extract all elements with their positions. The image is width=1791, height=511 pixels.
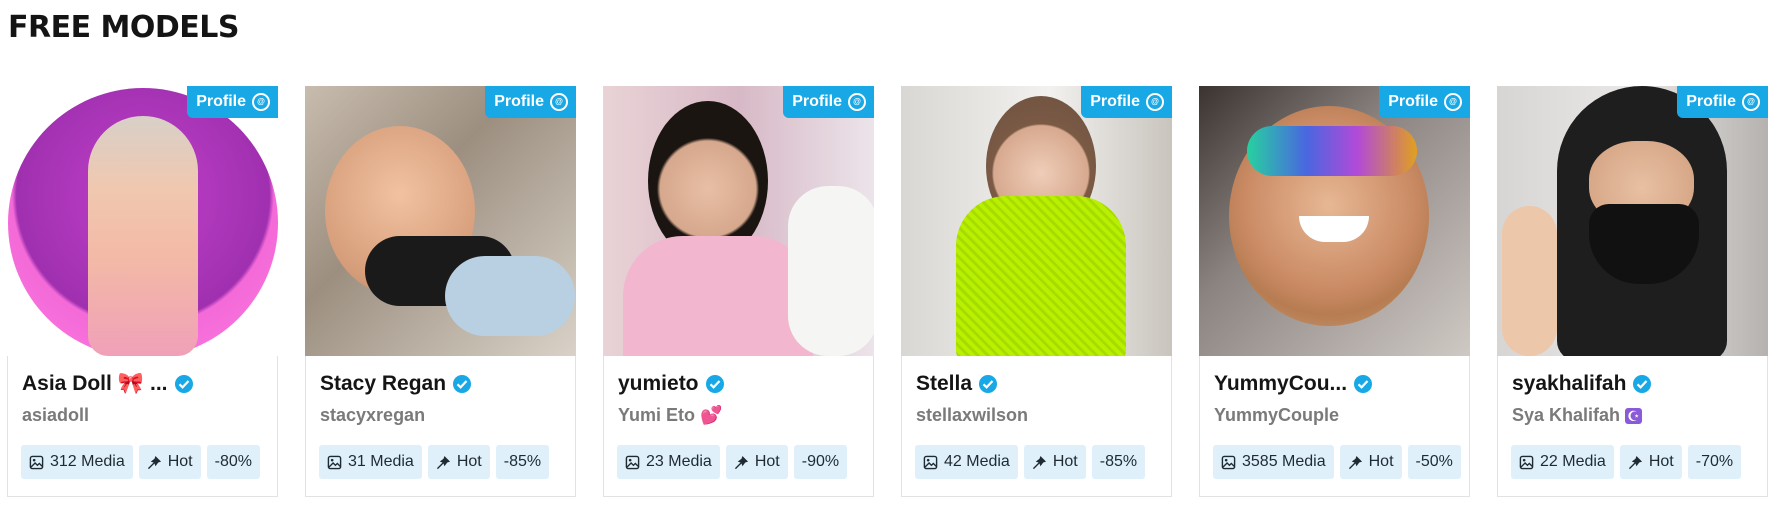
profile-badge[interactable]: Profile @ [187,86,278,118]
model-name-row[interactable]: Stacy Regan [320,372,472,396]
model-photo[interactable]: Profile @ [305,86,576,356]
model-name: syakhalifah [1512,372,1627,395]
profile-label: Profile [1388,93,1438,110]
model-photo[interactable]: Profile @ [7,86,278,356]
model-handle: asiadoll [22,405,90,425]
hot-tag[interactable]: Hot [1339,445,1402,479]
hot-tag[interactable]: Hot [138,445,201,479]
profile-label: Profile [1090,93,1140,110]
discount-tag[interactable]: -50% [1407,445,1461,479]
profile-badge[interactable]: Profile @ [783,86,874,118]
media-count-tag[interactable]: 42 Media [915,445,1018,479]
tag-row: 312 Media Hot -80% [21,445,260,479]
profile-label: Profile [792,93,842,110]
model-card[interactable]: Profile @ syakhalifah Sya Khalifah ☪ 22 … [1497,86,1768,497]
discount-tag[interactable]: -90% [793,445,848,479]
image-icon [625,455,640,469]
image-icon [1519,455,1534,469]
model-card[interactable]: Profile @ yumieto Yumi Eto 💕 23 Media Ho… [603,86,874,497]
model-card[interactable]: Profile @ Stacy Regan stacyxregan 31 Med… [305,86,576,497]
page-title: FREE MODELS [8,10,240,45]
model-name: Asia Doll [22,372,112,395]
model-photo[interactable]: Profile @ [1199,86,1470,356]
profile-icon: @ [550,93,568,111]
model-handle: stacyxregan [320,405,426,425]
media-count-tag[interactable]: 22 Media [1511,445,1614,479]
model-name-row[interactable]: YummyCou... [1214,372,1373,396]
tag-row: 3585 Media Hot -50% [1213,445,1461,479]
model-handle: YummyCouple [1214,405,1340,425]
image-icon [29,455,44,469]
model-name: Stella [916,372,973,395]
discount-tag[interactable]: -80% [206,445,260,479]
tag-row: 31 Media Hot -85% [319,445,550,479]
profile-label: Profile [494,93,544,110]
profile-label: Profile [1686,93,1736,110]
name-ellipsis: ... [150,372,168,395]
tag-row: 42 Media Hot -85% [915,445,1146,479]
profile-label: Profile [196,93,246,110]
image-icon [923,455,938,469]
model-name-row[interactable]: yumieto [618,372,725,396]
model-name: YummyCou... [1214,372,1348,395]
pin-icon [1628,455,1642,469]
tag-row: 22 Media Hot -70% [1511,445,1742,479]
verified-icon [979,375,998,393]
profile-icon: @ [1742,93,1760,111]
tag-row: 23 Media Hot -90% [617,445,848,479]
pin-icon [1032,455,1046,469]
profile-icon: @ [252,93,270,111]
model-card[interactable]: Profile @ Stella stellaxwilson 42 Media … [901,86,1172,497]
model-photo[interactable]: Profile @ [901,86,1172,356]
hot-tag[interactable]: Hot [1023,445,1086,479]
profile-icon: @ [1146,93,1164,111]
model-photo[interactable]: Profile @ [603,86,874,356]
model-name-row[interactable]: Stella [916,372,998,396]
verified-icon [1633,375,1652,393]
profile-badge[interactable]: Profile @ [1379,86,1470,118]
verified-icon [174,375,193,393]
pin-icon [1348,455,1362,469]
model-handle: stellaxwilson [916,405,1029,425]
profile-badge[interactable]: Profile @ [485,86,576,118]
pin-icon [147,455,161,469]
discount-tag[interactable]: -70% [1687,445,1742,479]
model-photo[interactable]: Profile @ [1497,86,1768,356]
model-name-row[interactable]: syakhalifah [1512,372,1652,396]
profile-badge[interactable]: Profile @ [1081,86,1172,118]
model-name-row[interactable]: Asia Doll 🎀 ... [22,372,194,396]
profile-icon: @ [1444,93,1462,111]
hot-tag[interactable]: Hot [1619,445,1682,479]
model-card[interactable]: Profile @ Asia Doll 🎀 ... asiadoll 312 M… [7,86,278,497]
image-icon [327,455,342,469]
name-emoji: 🎀 [117,372,145,395]
media-count-tag[interactable]: 31 Media [319,445,422,479]
pin-icon [436,455,450,469]
hot-tag[interactable]: Hot [427,445,490,479]
model-cards: Profile @ Asia Doll 🎀 ... asiadoll 312 M… [7,86,1768,497]
model-handle: Sya Khalifah ☪ [1512,405,1642,425]
verified-icon [705,375,724,393]
verified-icon [453,375,472,393]
media-count-tag[interactable]: 312 Media [21,445,133,479]
model-name: yumieto [618,372,699,395]
media-count-tag[interactable]: 23 Media [617,445,720,479]
hot-tag[interactable]: Hot [725,445,788,479]
profile-badge[interactable]: Profile @ [1677,86,1768,118]
profile-icon: @ [848,93,866,111]
discount-tag[interactable]: -85% [495,445,550,479]
pin-icon [734,455,748,469]
image-icon [1221,455,1236,469]
model-handle: Yumi Eto 💕 [618,405,723,425]
model-name: Stacy Regan [320,372,447,395]
model-card[interactable]: Profile @ YummyCou... YummyCouple 3585 M… [1199,86,1470,497]
discount-tag[interactable]: -85% [1091,445,1146,479]
media-count-tag[interactable]: 3585 Media [1213,445,1334,479]
verified-icon [1354,375,1373,393]
